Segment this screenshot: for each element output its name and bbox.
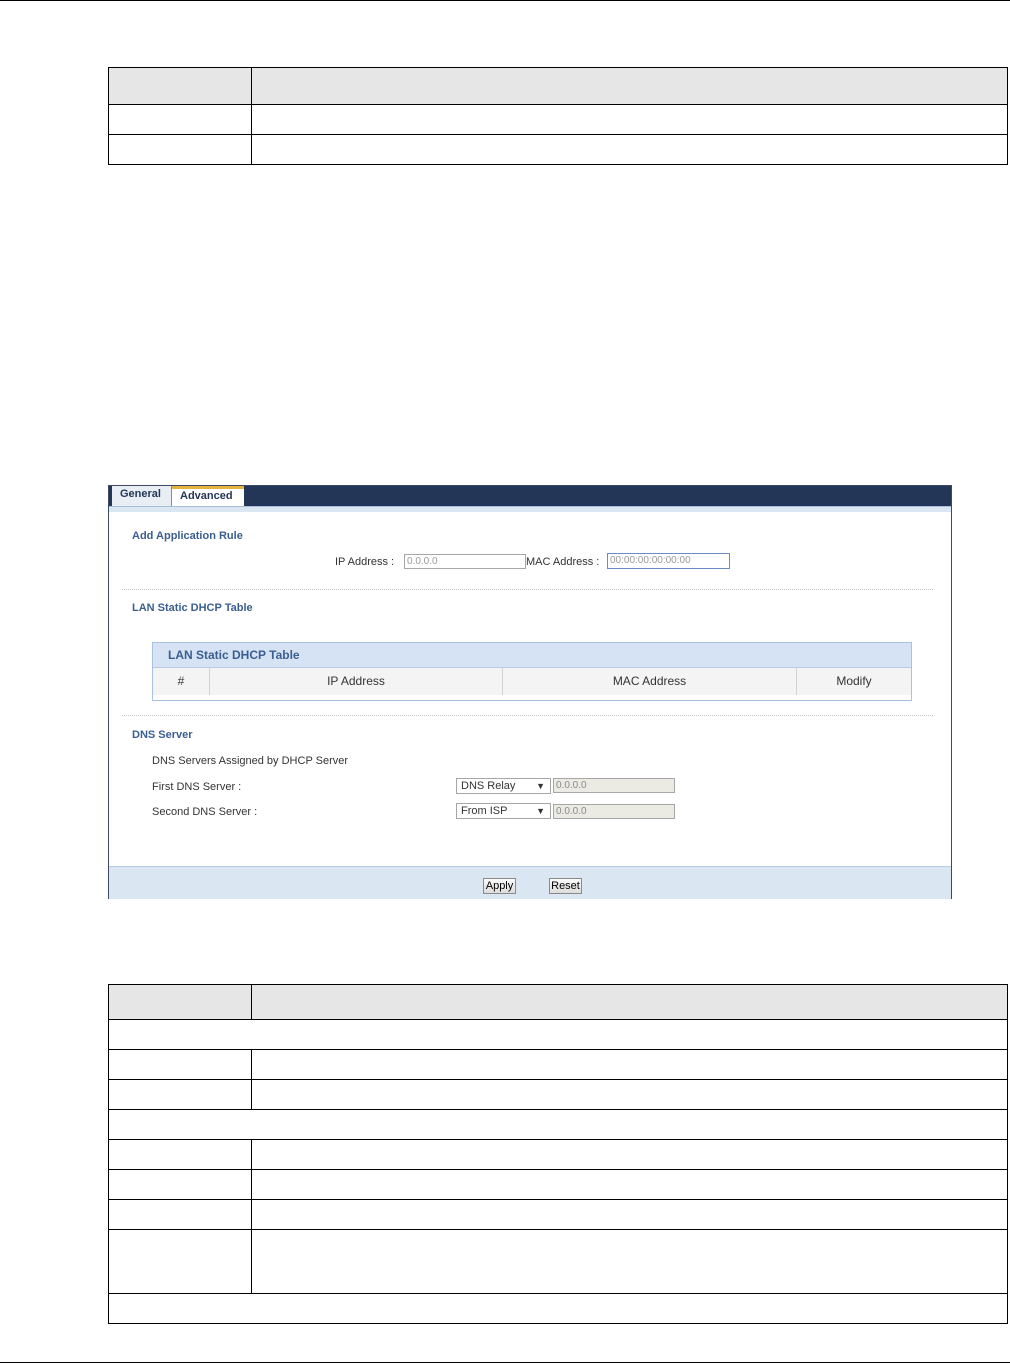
section-divider: [122, 589, 933, 590]
table-row: [108, 1049, 1008, 1080]
mac-address-input[interactable]: 00:00:00:00:00:00: [607, 553, 730, 569]
second-dns-input[interactable]: 0.0.0.0: [553, 804, 675, 819]
lan-static-dhcp-table: LAN Static DHCP Table # IP Address MAC A…: [152, 642, 912, 701]
lan-static-table-title-bar: LAN Static DHCP Table: [153, 643, 911, 668]
column-header-modify: Modify: [836, 674, 872, 688]
first-dns-input[interactable]: 0.0.0.0: [553, 778, 675, 793]
tab-general[interactable]: General: [112, 486, 172, 506]
table-row: [108, 1169, 1008, 1200]
table-section-row: [108, 1109, 1008, 1140]
section-title-add-rule: Add Application Rule: [132, 530, 243, 542]
bottom-doc-table: [108, 984, 1008, 1324]
column-header-ip-address: IP Address: [210, 668, 503, 695]
second-dns-select-value: From ISP: [461, 805, 508, 817]
table-row: [108, 104, 1008, 135]
first-dns-select[interactable]: DNS Relay ▼: [456, 778, 551, 794]
table-header-row: [108, 984, 1008, 1020]
table-row: [108, 1229, 1008, 1294]
table-row: [108, 1139, 1008, 1170]
tab-underline: [109, 506, 951, 512]
button-footer: Apply Reset: [109, 866, 951, 899]
table-row: [108, 1079, 1008, 1110]
table-section-row: [108, 1019, 1008, 1050]
reset-button[interactable]: Reset: [549, 878, 582, 894]
page-header-rule: [0, 0, 1010, 1]
first-dns-label: First DNS Server :: [152, 781, 242, 793]
tab-bar: General Advanced: [109, 486, 951, 506]
lan-static-table-header: # IP Address MAC Address Modify: [153, 668, 911, 695]
ip-address-input[interactable]: 0.0.0.0: [404, 554, 526, 569]
dropdown-arrow-icon: ▼: [536, 781, 545, 791]
table-header-row: [108, 67, 1008, 105]
top-doc-table: [108, 67, 1008, 165]
dropdown-arrow-icon: ▼: [536, 806, 545, 816]
first-dns-select-value: DNS Relay: [461, 780, 516, 792]
column-header-index: #: [153, 668, 210, 695]
table-section-row: [108, 1293, 1008, 1324]
dns-subtitle: DNS Servers Assigned by DHCP Server: [152, 755, 349, 767]
tab-advanced[interactable]: Advanced: [172, 486, 244, 506]
section-title-lan-static: LAN Static DHCP Table: [132, 602, 253, 614]
table-row: [108, 1199, 1008, 1230]
mac-address-label: MAC Address :: [526, 556, 600, 568]
section-title-dns-server: DNS Server: [132, 729, 193, 741]
column-header-mac-address: MAC Address: [503, 668, 797, 695]
table-row: [108, 134, 1008, 165]
ip-address-label: IP Address :: [335, 556, 395, 568]
lan-advanced-screenshot: General Advanced Add Application Rule IP…: [108, 485, 952, 899]
page-footer-rule: [0, 1362, 1010, 1363]
second-dns-label: Second DNS Server :: [152, 806, 258, 818]
apply-button[interactable]: Apply: [483, 878, 516, 894]
second-dns-select[interactable]: From ISP ▼: [456, 803, 551, 819]
section-divider: [122, 715, 933, 716]
lan-static-table-title: LAN Static DHCP Table: [168, 648, 300, 662]
